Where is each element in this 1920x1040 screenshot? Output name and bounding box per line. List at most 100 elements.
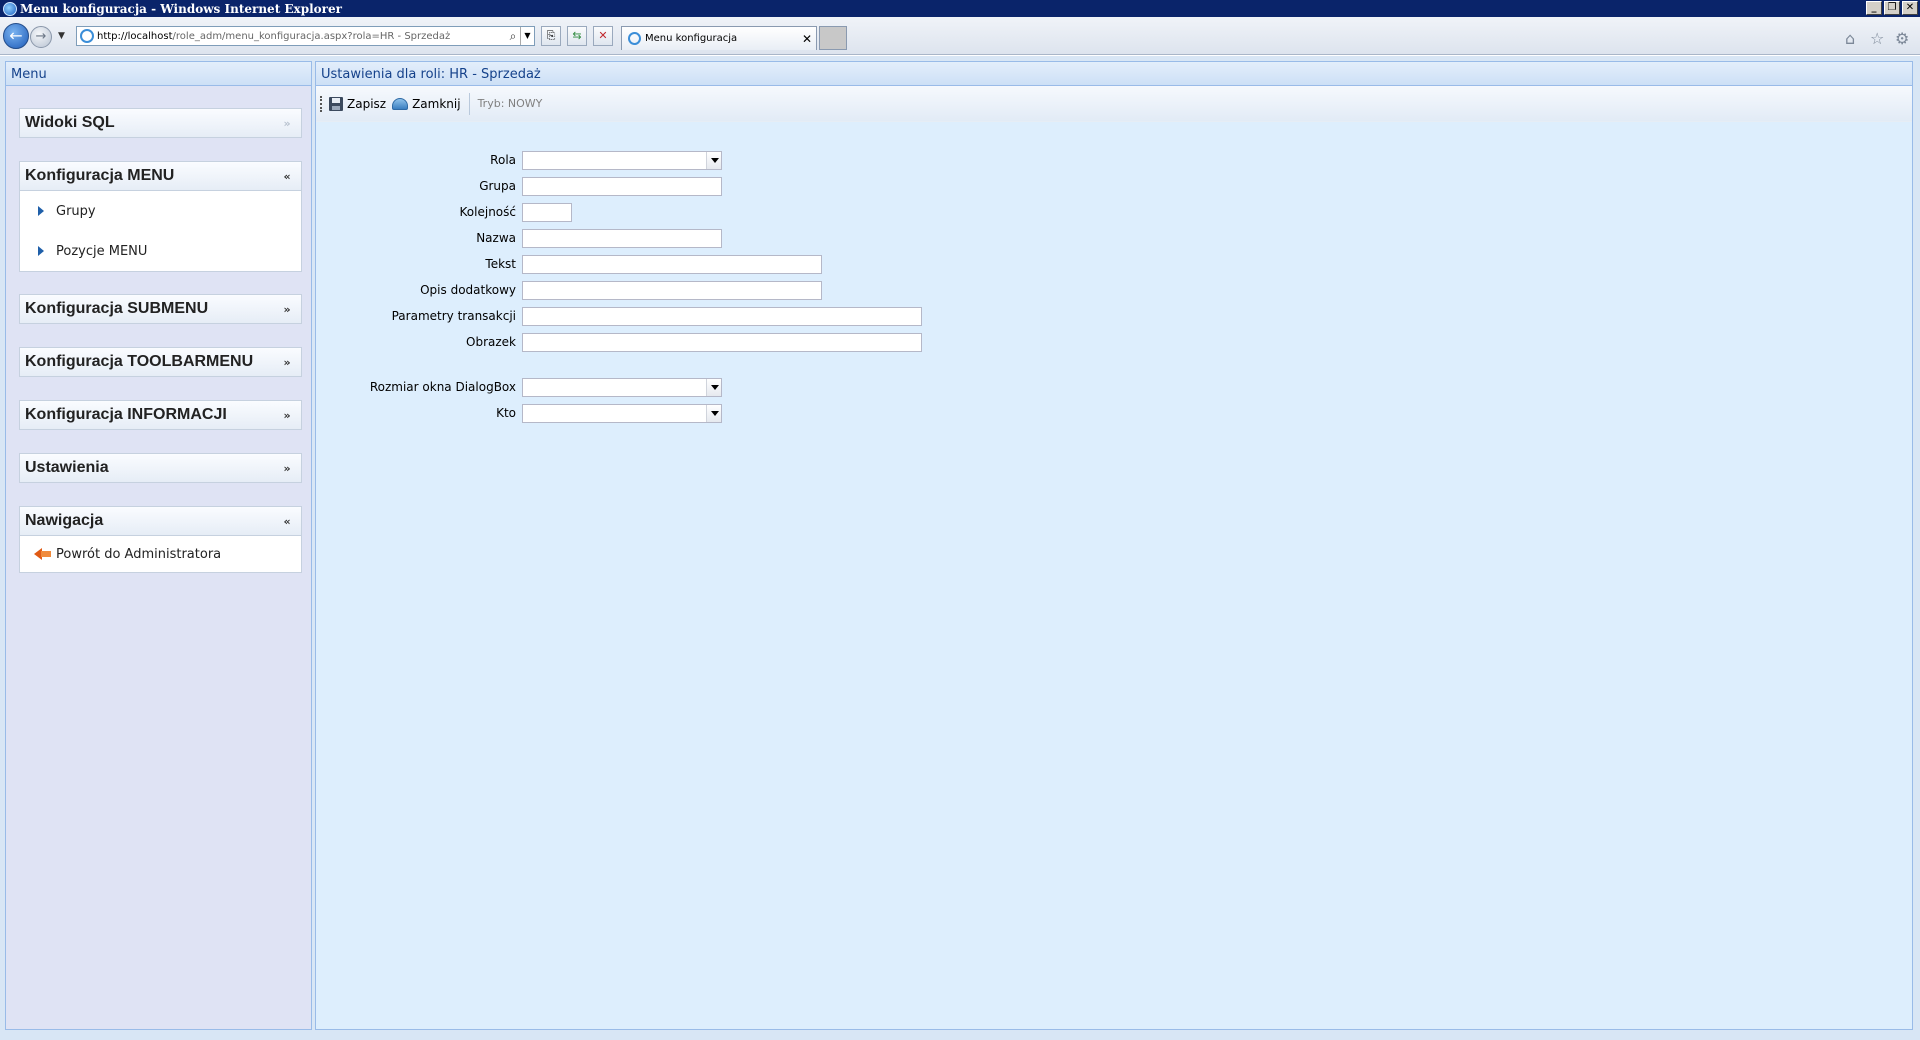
section-header-konfiguracja-menu[interactable]: Konfiguracja MENU « <box>19 161 302 191</box>
section-header-konfiguracja-toolbarmenu[interactable]: Konfiguracja TOOLBARMENU » <box>19 347 302 377</box>
home-icon[interactable]: ⌂ <box>1845 29 1855 48</box>
nazwa-label: Nazwa <box>476 231 516 245</box>
back-arrow-icon[interactable]: ← <box>3 23 29 49</box>
page-ie-icon <box>80 29 94 43</box>
chevron-down-icon[interactable] <box>706 151 721 169</box>
ie-logo-icon <box>3 1 17 16</box>
section-title: Konfiguracja MENU <box>25 167 175 184</box>
menu-panel-title: Menu <box>6 62 311 86</box>
tab-ie-icon <box>628 32 641 45</box>
section-title: Nawigacja <box>25 512 104 529</box>
page-title: Ustawienia dla roli: HR - Sprzedaż <box>316 62 1912 86</box>
sidebar-item-label: Grupy <box>56 203 96 219</box>
rola-label: Rola <box>490 153 516 167</box>
section-body: Powrót do Administratora <box>19 536 302 573</box>
address-bar[interactable]: http://localhost/role_adm/menu_konfigura… <box>76 26 535 46</box>
rozmiar-combo[interactable] <box>522 377 722 397</box>
save-button[interactable]: Zapisz <box>329 96 387 111</box>
section-konfiguracja-submenu: Konfiguracja SUBMENU » <box>19 294 302 324</box>
tab-close-icon[interactable]: ✕ <box>798 32 816 46</box>
forward-arrow-icon[interactable]: → <box>30 26 52 48</box>
sidebar-item-grupy[interactable]: Grupy <box>20 191 301 231</box>
section-header-konfiguracja-informacji[interactable]: Konfiguracja INFORMACJI » <box>19 400 302 430</box>
address-url[interactable]: http://localhost/role_adm/menu_konfigura… <box>97 31 506 42</box>
kto-label: Kto <box>496 406 516 420</box>
chevron-down-icon[interactable]: » <box>279 117 295 130</box>
gear-icon[interactable]: ⚙ <box>1895 29 1909 48</box>
chevron-up-icon[interactable]: « <box>279 170 295 183</box>
favorites-star-icon[interactable]: ☆ <box>1870 29 1884 48</box>
tab-label: Menu konfiguracja <box>645 33 738 44</box>
sidebar-item-label: Pozycje MENU <box>56 243 148 259</box>
form-row-tekst: Tekst <box>316 254 822 274</box>
tab-menu-konfiguracja[interactable]: Menu konfiguracja ✕ <box>621 26 817 50</box>
back-arrow-icon <box>34 548 52 560</box>
form-row-obrazek: Obrazek <box>316 332 922 352</box>
sidebar-item-pozycje-menu[interactable]: Pozycje MENU <box>20 231 301 271</box>
close-label: Zamknij <box>412 96 461 111</box>
form-row-nazwa: Nazwa <box>316 228 722 248</box>
section-konfiguracja-toolbarmenu: Konfiguracja TOOLBARMENU » <box>19 347 302 377</box>
new-tab-button[interactable] <box>819 26 847 50</box>
obrazek-input[interactable] <box>522 332 922 352</box>
save-label: Zapisz <box>347 96 387 111</box>
section-title: Konfiguracja INFORMACJI <box>25 406 227 423</box>
section-title: Konfiguracja SUBMENU <box>25 300 209 317</box>
chevron-down-icon[interactable]: » <box>279 409 295 422</box>
section-header-widoki-sql[interactable]: Widoki SQL » <box>19 108 302 138</box>
section-ustawienia: Ustawienia » <box>19 453 302 483</box>
restore-icon[interactable]: ❐ <box>1884 1 1900 15</box>
kto-combo[interactable] <box>522 403 722 423</box>
search-icon[interactable]: ⌕ <box>506 29 520 44</box>
opis-input[interactable] <box>522 280 822 300</box>
section-konfiguracja-informacji: Konfiguracja INFORMACJI » <box>19 400 302 430</box>
close-form-icon <box>392 97 409 110</box>
close-button[interactable]: Zamknij <box>392 97 461 111</box>
form-row-kolejnosc: Kolejność <box>316 202 572 222</box>
refresh-icon[interactable]: ⇆ <box>567 26 587 46</box>
chevron-up-icon[interactable]: « <box>279 515 295 528</box>
opis-label: Opis dodatkowy <box>420 283 516 297</box>
section-widoki-sql: Widoki SQL » <box>19 108 302 138</box>
section-header-ustawienia[interactable]: Ustawienia » <box>19 453 302 483</box>
chevron-down-icon[interactable]: » <box>279 462 295 475</box>
chevron-down-icon[interactable] <box>706 378 721 396</box>
history-dropdown-icon[interactable]: ▼ <box>58 31 65 41</box>
form-toolbar: Zapisz Zamknij Tryb: NOWY <box>316 86 1912 122</box>
section-header-konfiguracja-submenu[interactable]: Konfiguracja SUBMENU » <box>19 294 302 324</box>
tekst-label: Tekst <box>485 257 516 271</box>
parametry-input[interactable] <box>522 306 922 326</box>
close-window-icon[interactable]: ✕ <box>1902 1 1918 15</box>
section-header-nawigacja[interactable]: Nawigacja « <box>19 506 302 536</box>
tekst-input[interactable] <box>522 254 822 274</box>
rola-combo[interactable] <box>522 150 722 170</box>
obrazek-label: Obrazek <box>466 335 516 349</box>
address-dropdown-icon[interactable]: ▼ <box>520 27 534 45</box>
section-title: Ustawienia <box>25 459 109 476</box>
compatibility-icon[interactable]: ⎘ <box>541 26 561 46</box>
chevron-down-icon[interactable] <box>706 404 721 422</box>
form-row-parametry: Parametry transakcji <box>316 306 922 326</box>
chevron-down-icon[interactable]: » <box>279 303 295 316</box>
triangle-right-icon <box>38 246 44 256</box>
toolbar-grip <box>320 95 323 112</box>
minimize-icon[interactable]: _ <box>1866 1 1882 15</box>
section-nawigacja: Nawigacja « Powrót do Administratora <box>19 506 302 573</box>
stop-icon[interactable]: ✕ <box>593 26 613 46</box>
grupa-input[interactable] <box>522 176 722 196</box>
browser-toolbar: ← → ▼ http://localhost/role_adm/menu_kon… <box>0 17 1920 55</box>
grupa-label: Grupa <box>479 179 516 193</box>
form-row-kto: Kto <box>316 403 722 423</box>
parametry-label: Parametry transakcji <box>391 309 516 323</box>
form-row-rozmiar: Rozmiar okna DialogBox <box>316 377 722 397</box>
section-body: Grupy Pozycje MENU <box>19 191 302 272</box>
sidebar-item-powrot[interactable]: Powrót do Administratora <box>20 536 301 572</box>
section-title: Konfiguracja TOOLBARMENU <box>25 353 254 370</box>
chevron-down-icon[interactable]: » <box>279 356 295 369</box>
sidebar-item-label: Powrót do Administratora <box>56 546 222 562</box>
kolejnosc-input[interactable] <box>522 202 572 222</box>
menu-panel: Menu Widoki SQL » Konfiguracja MENU « Gr… <box>5 61 312 1030</box>
triangle-right-icon <box>38 206 44 216</box>
section-konfiguracja-menu: Konfiguracja MENU « Grupy Pozycje MENU <box>19 161 302 272</box>
nazwa-input[interactable] <box>522 228 722 248</box>
